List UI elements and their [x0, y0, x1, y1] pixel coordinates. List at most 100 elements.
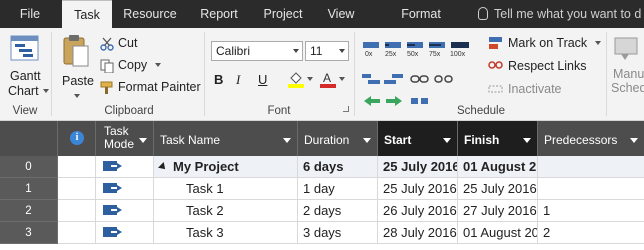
- row-number[interactable]: 1: [0, 178, 58, 200]
- svg-text:0x: 0x: [365, 51, 373, 58]
- tell-me-search[interactable]: Tell me what you want to d: [478, 0, 641, 28]
- duration-cell[interactable]: 2 days: [298, 200, 378, 222]
- chevron-down-icon[interactable]: [139, 138, 147, 143]
- duration-cell[interactable]: 3 days: [298, 222, 378, 244]
- select-all-corner[interactable]: [0, 121, 58, 156]
- move-task-button-2[interactable]: [384, 72, 404, 88]
- collapse-triangle-icon[interactable]: [158, 162, 168, 172]
- info-cell[interactable]: [58, 222, 96, 244]
- task-mode-cell[interactable]: [96, 222, 154, 244]
- row-number[interactable]: 0: [0, 156, 58, 178]
- tab-file[interactable]: File: [0, 0, 60, 28]
- gantt-chart-button[interactable]: Gantt Chart: [6, 34, 49, 98]
- info-cell[interactable]: [58, 156, 96, 178]
- predecessors-cell[interactable]: [538, 178, 644, 200]
- finish-cell[interactable]: 01 August 2: [458, 156, 538, 178]
- predecessors-cell[interactable]: 2: [538, 222, 644, 244]
- column-header-duration[interactable]: Duration: [298, 121, 378, 156]
- info-cell[interactable]: [58, 200, 96, 222]
- tab-report[interactable]: Report: [190, 0, 248, 28]
- duration-cell[interactable]: 6 days: [298, 156, 378, 178]
- finish-cell[interactable]: 27 July 2016: [458, 200, 538, 222]
- tell-me-text: Tell me what you want to d: [494, 7, 642, 21]
- column-header-task-mode[interactable]: Task Mode: [96, 121, 154, 156]
- task-mode-cell[interactable]: [96, 178, 154, 200]
- chevron-down-icon[interactable]: [283, 138, 291, 143]
- column-header-start[interactable]: Start: [378, 121, 458, 156]
- start-cell[interactable]: 25 July 2016: [378, 156, 458, 178]
- chevron-down-icon[interactable]: [443, 138, 451, 143]
- table-row[interactable]: 0 My Project 6 days 25 July 2016 01 Augu…: [0, 156, 644, 178]
- task-name-cell[interactable]: My Project: [154, 156, 298, 178]
- paste-button[interactable]: Paste: [56, 34, 96, 104]
- font-name-select[interactable]: Calibri: [211, 41, 303, 61]
- move-task-button[interactable]: [362, 72, 382, 88]
- auto-scheduled-icon: [103, 205, 122, 215]
- respect-links-button[interactable]: Respect Links: [488, 57, 598, 75]
- row-number[interactable]: 3: [0, 222, 58, 244]
- chevron-down-icon[interactable]: [363, 138, 371, 143]
- chevron-down-icon[interactable]: [630, 138, 638, 143]
- cut-button[interactable]: Cut: [100, 35, 170, 53]
- percent-25-button[interactable]: 25x: [384, 40, 404, 60]
- task-mode-cell[interactable]: [96, 200, 154, 222]
- tab-format[interactable]: Format: [390, 0, 452, 28]
- manual-label-2: Sched: [611, 81, 644, 95]
- bold-button[interactable]: B: [214, 72, 228, 90]
- column-header-info[interactable]: i: [58, 121, 96, 156]
- table-row[interactable]: 3 Task 3 3 days 28 July 2016 01 August 2…: [0, 222, 644, 244]
- table-row[interactable]: 1 Task 1 1 day 25 July 2016 25 July 2016: [0, 178, 644, 200]
- underline-button[interactable]: U: [258, 72, 272, 90]
- inactivate-button[interactable]: Inactivate: [488, 80, 578, 98]
- font-size-select[interactable]: 11: [305, 41, 349, 61]
- ribbon: Gantt Chart View Paste Cut Copy Format P…: [0, 28, 644, 121]
- start-cell[interactable]: 26 July 2016: [378, 200, 458, 222]
- percent-50-button[interactable]: 50x: [406, 40, 426, 60]
- task-mode-header-line2: Mode: [104, 137, 135, 151]
- italic-button[interactable]: I: [236, 72, 250, 90]
- task-name-cell[interactable]: Task 2: [154, 200, 298, 222]
- respect-links-icon: [488, 61, 503, 69]
- link-tasks-button[interactable]: [410, 72, 430, 88]
- unlink-tasks-button[interactable]: [434, 72, 454, 88]
- start-cell[interactable]: 25 July 2016: [378, 178, 458, 200]
- start-cell[interactable]: 28 July 2016: [378, 222, 458, 244]
- column-header-task-name[interactable]: Task Name: [154, 121, 298, 156]
- info-cell[interactable]: [58, 178, 96, 200]
- percent-25-icon: 25x: [385, 42, 401, 58]
- format-painter-button[interactable]: Format Painter: [100, 79, 201, 97]
- finish-cell[interactable]: 01 August 20: [458, 222, 538, 244]
- mark-on-track-button[interactable]: Mark on Track: [488, 34, 608, 52]
- highlight-color-button[interactable]: [288, 70, 316, 90]
- finish-cell[interactable]: 25 July 2016: [458, 178, 538, 200]
- task-mode-cell[interactable]: [96, 156, 154, 178]
- percent-100-button[interactable]: 100x: [450, 40, 472, 60]
- tab-project[interactable]: Project: [254, 0, 312, 28]
- chevron-down-icon: [155, 63, 162, 67]
- row-number[interactable]: 2: [0, 200, 58, 222]
- gantt-label-2: Chart: [8, 84, 49, 98]
- predecessors-cell[interactable]: [538, 156, 644, 178]
- predecessors-cell[interactable]: 1: [538, 200, 644, 222]
- font-color-button[interactable]: A: [320, 70, 348, 90]
- font-color-icon: A: [320, 71, 336, 88]
- task-name-cell[interactable]: Task 1: [154, 178, 298, 200]
- manual-schedule-icon: [614, 37, 638, 60]
- task-name-cell[interactable]: Task 3: [154, 222, 298, 244]
- column-header-finish[interactable]: Finish: [458, 121, 538, 156]
- copy-button[interactable]: Copy: [100, 57, 170, 75]
- task-name-text: My Project: [173, 159, 239, 174]
- tab-resource[interactable]: Resource: [114, 0, 186, 28]
- percent-75-button[interactable]: 75x: [428, 40, 448, 60]
- percent-0-button[interactable]: 0x: [362, 40, 382, 60]
- group-divider: [606, 32, 607, 116]
- tab-task[interactable]: Task: [62, 0, 112, 28]
- column-header-predecessors[interactable]: Predecessors: [538, 121, 644, 156]
- dialog-launcher-icon[interactable]: [343, 106, 349, 112]
- table-row[interactable]: 2 Task 2 2 days 26 July 2016 27 July 201…: [0, 200, 644, 222]
- duration-cell[interactable]: 1 day: [298, 178, 378, 200]
- manually-schedule-button[interactable]: Manu Sched: [611, 34, 644, 96]
- chevron-down-icon[interactable]: [523, 138, 531, 143]
- tab-view[interactable]: View: [318, 0, 364, 28]
- finish-header-label: Finish: [464, 133, 500, 147]
